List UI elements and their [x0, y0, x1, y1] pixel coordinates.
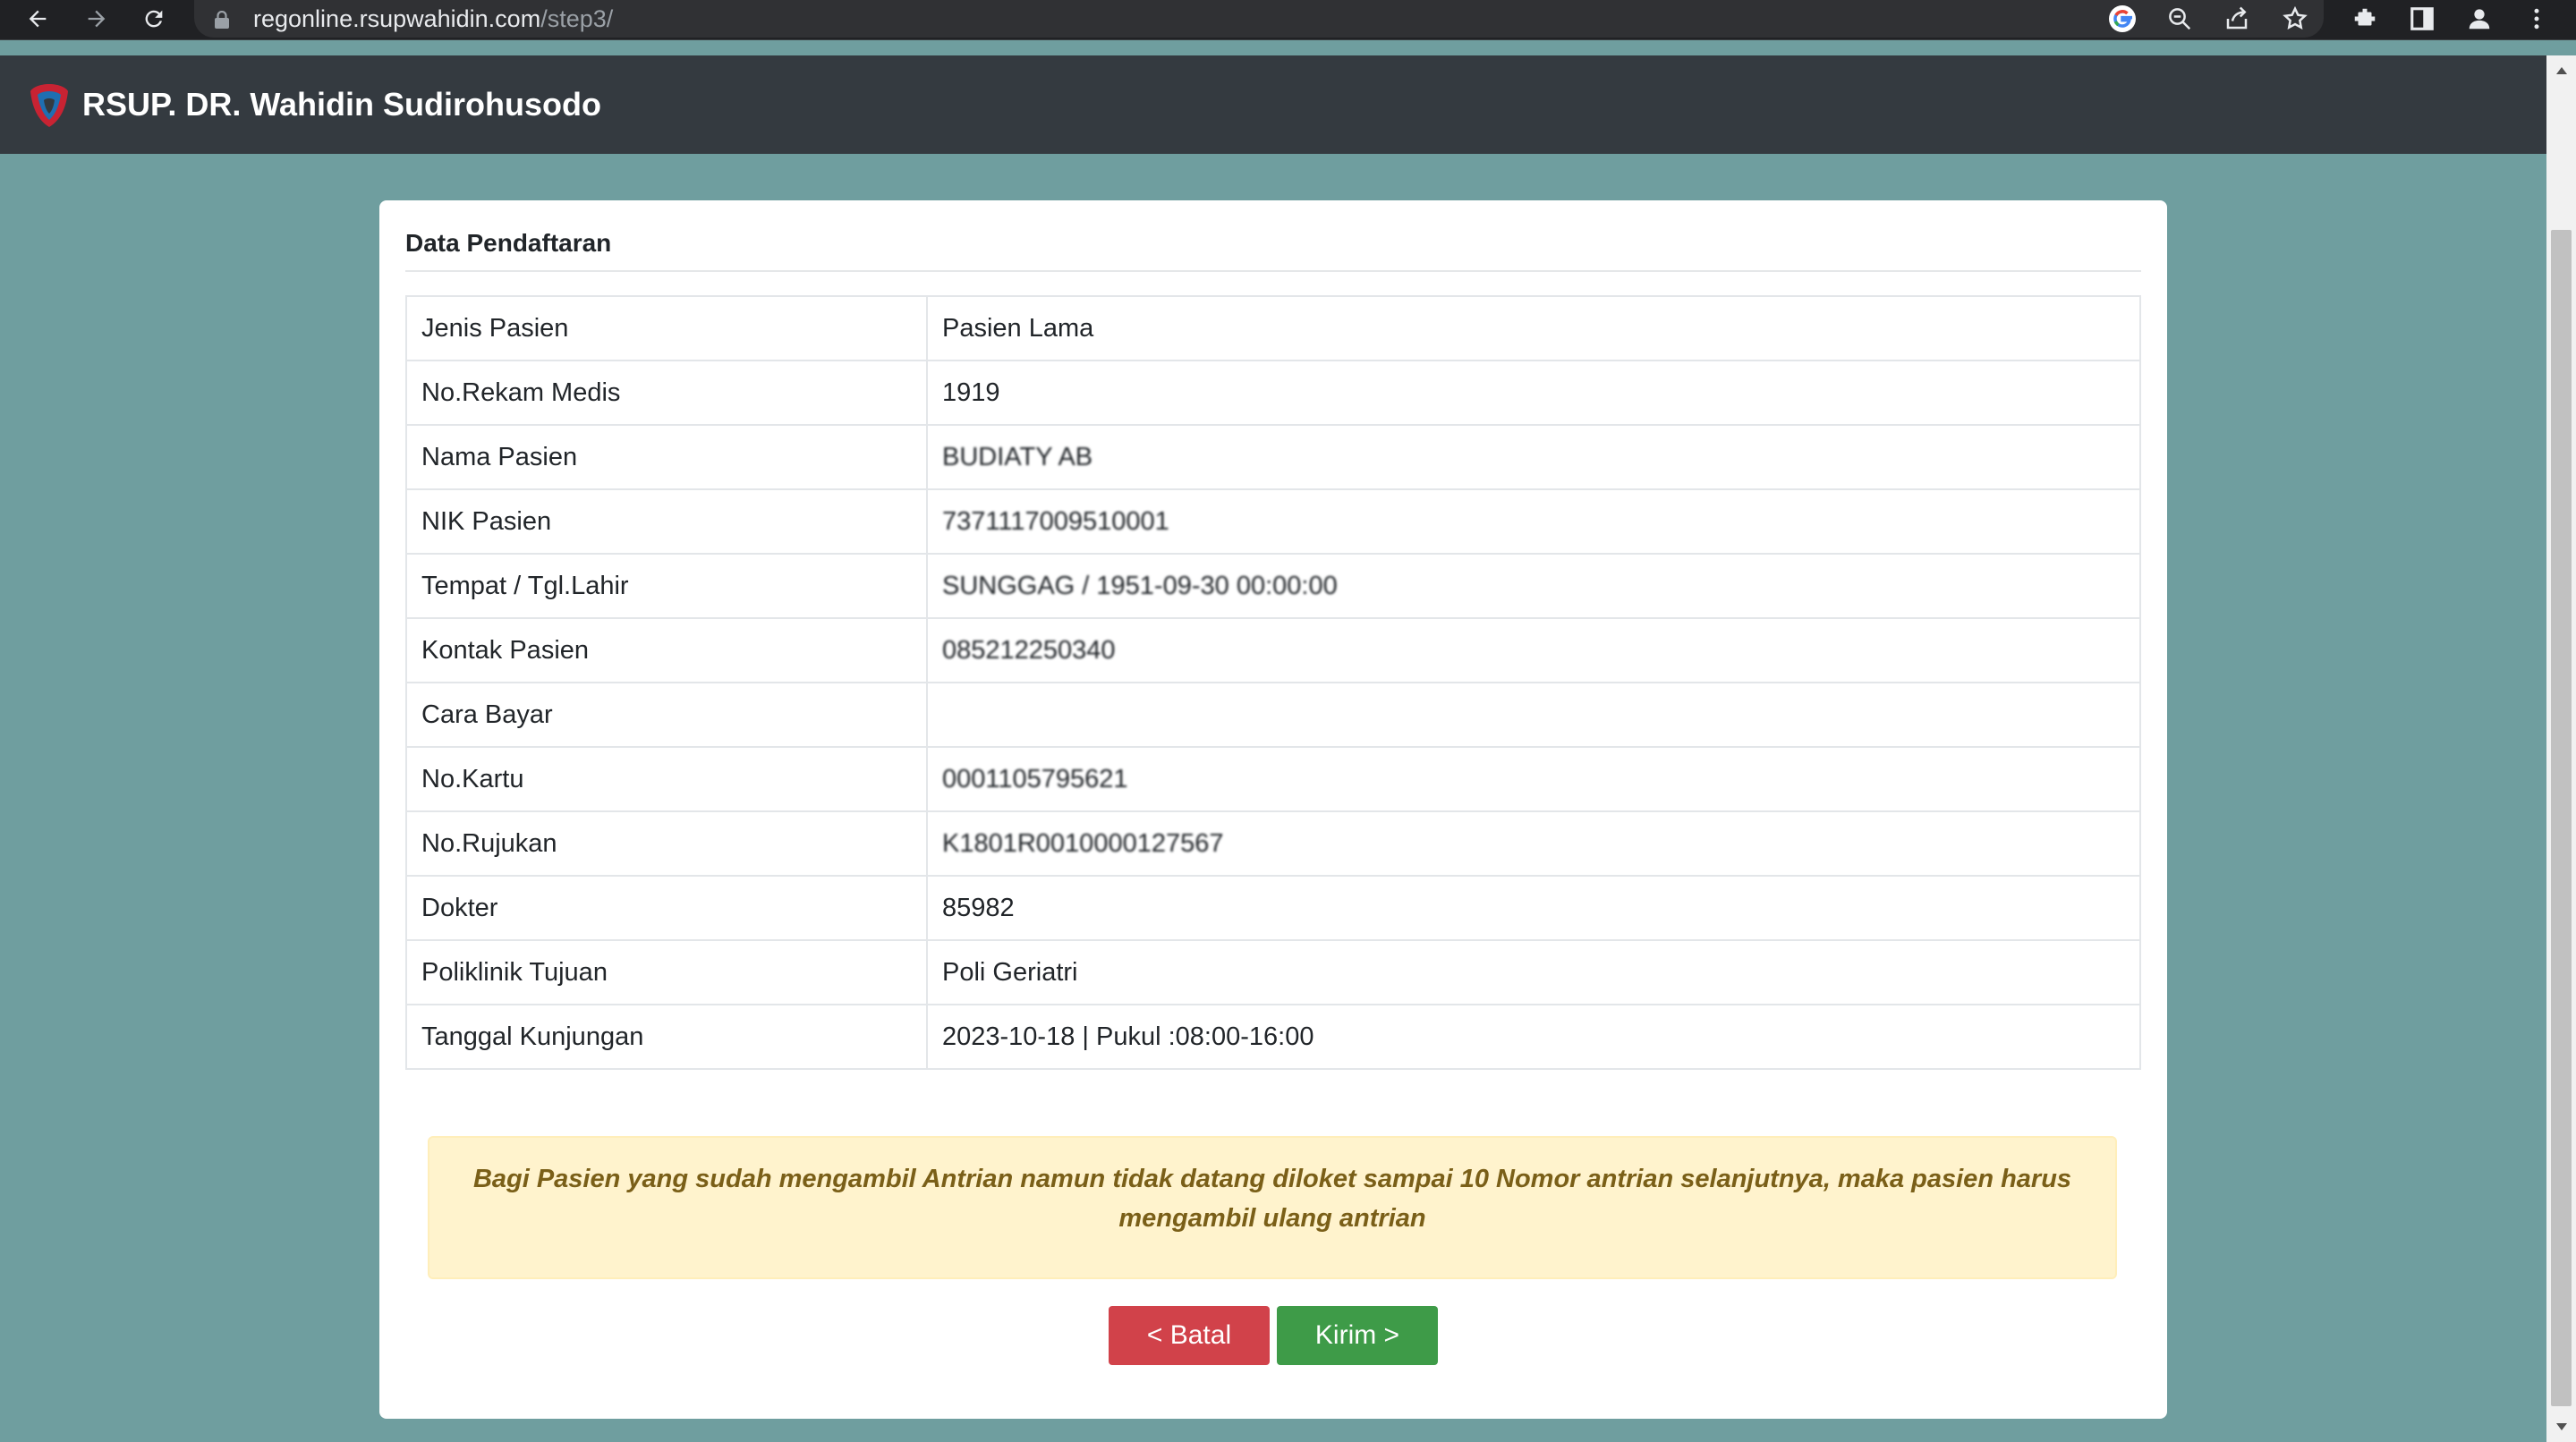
table-row: Cara Bayar — [405, 682, 2141, 748]
table-row: Kontak Pasien 085212250340 — [405, 617, 2141, 683]
scroll-down-icon[interactable] — [2546, 1413, 2576, 1440]
row-label: Tanggal Kunjungan — [405, 1004, 928, 1070]
url-path: /step3/ — [540, 5, 614, 32]
address-bar[interactable]: regonline.rsupwahidin.com/step3/ — [194, 0, 2324, 38]
share-icon[interactable] — [2217, 0, 2257, 38]
scroll-up-icon[interactable] — [2546, 57, 2576, 84]
row-value: 1919 — [926, 360, 2141, 426]
scrollbar-thumb[interactable] — [2551, 230, 2572, 1406]
site-navbar: RSUP. DR. Wahidin Sudirohusodo — [0, 55, 2546, 154]
registration-table: Jenis Pasien Pasien Lama No.Rekam Medis … — [405, 295, 2141, 1070]
table-row: Jenis Pasien Pasien Lama — [405, 295, 2141, 361]
bookmark-star-icon[interactable] — [2275, 0, 2315, 38]
google-icon[interactable] — [2103, 0, 2142, 38]
row-label: Dokter — [405, 875, 928, 941]
reload-icon[interactable] — [134, 0, 174, 38]
table-row: No.Kartu 0001105795621 — [405, 746, 2141, 812]
title-divider — [405, 270, 2141, 272]
row-label: Kontak Pasien — [405, 617, 928, 683]
table-row: No.Rekam Medis 1919 — [405, 360, 2141, 426]
profile-icon[interactable] — [2459, 0, 2500, 38]
table-row: Poliklinik Tujuan Poli Geriatri — [405, 939, 2141, 1005]
zoom-icon[interactable] — [2160, 0, 2199, 38]
back-arrow-icon[interactable] — [18, 0, 57, 38]
side-panel-icon[interactable] — [2402, 0, 2443, 38]
row-label: No.Rujukan — [405, 810, 928, 877]
table-row: Dokter 85982 — [405, 875, 2141, 941]
row-value: K1801R0010000127567 — [926, 810, 2141, 877]
extensions-icon[interactable] — [2344, 0, 2385, 38]
row-label: Cara Bayar — [405, 682, 928, 748]
row-label: Jenis Pasien — [405, 295, 928, 361]
browser-toolbar: regonline.rsupwahidin.com/step3/ — [0, 0, 2576, 40]
row-value: 7371117009510001 — [926, 488, 2141, 555]
cancel-button[interactable]: < Batal — [1109, 1306, 1270, 1365]
row-label: No.Kartu — [405, 746, 928, 812]
url-host: regonline.rsupwahidin.com — [253, 5, 541, 32]
table-row: NIK Pasien 7371117009510001 — [405, 488, 2141, 555]
url-text: regonline.rsupwahidin.com/step3/ — [253, 0, 613, 38]
row-value: 0001105795621 — [926, 746, 2141, 812]
table-row: Nama Pasien BUDIATY AB — [405, 424, 2141, 490]
page-scrollbar[interactable] — [2546, 55, 2576, 1442]
row-label: NIK Pasien — [405, 488, 928, 555]
warning-alert: Bagi Pasien yang sudah mengambil Antrian… — [428, 1136, 2117, 1279]
row-value: Poli Geriatri — [926, 939, 2141, 1005]
row-label: No.Rekam Medis — [405, 360, 928, 426]
registration-card: Data Pendaftaran Jenis Pasien Pasien Lam… — [379, 200, 2167, 1419]
row-value — [926, 682, 2141, 748]
hospital-logo-icon[interactable] — [27, 82, 72, 133]
row-value: Pasien Lama — [926, 295, 2141, 361]
row-label: Tempat / Tgl.Lahir — [405, 553, 928, 619]
table-row: Tempat / Tgl.Lahir SUNGGAG / 1951-09-30 … — [405, 553, 2141, 619]
table-row: Tanggal Kunjungan 2023-10-18 | Pukul :08… — [405, 1004, 2141, 1070]
row-value: BUDIATY AB — [926, 424, 2141, 490]
row-value: 85982 — [926, 875, 2141, 941]
row-label: Poliklinik Tujuan — [405, 939, 928, 1005]
lock-icon[interactable] — [214, 10, 230, 33]
forward-arrow-icon[interactable] — [77, 0, 116, 38]
warning-alert-text: Bagi Pasien yang sudah mengambil Antrian… — [472, 1165, 2072, 1233]
more-menu-icon[interactable] — [2516, 0, 2557, 38]
send-button[interactable]: Kirim > — [1277, 1306, 1438, 1365]
site-brand[interactable]: RSUP. DR. Wahidin Sudirohusodo — [82, 55, 601, 154]
row-value: SUNGGAG / 1951-09-30 00:00:00 — [926, 553, 2141, 619]
table-row: No.Rujukan K1801R0010000127567 — [405, 810, 2141, 877]
row-label: Nama Pasien — [405, 424, 928, 490]
row-value: 2023-10-18 | Pukul :08:00-16:00 — [926, 1004, 2141, 1070]
row-value: 085212250340 — [926, 617, 2141, 683]
card-title: Data Pendaftaran — [405, 229, 612, 257]
